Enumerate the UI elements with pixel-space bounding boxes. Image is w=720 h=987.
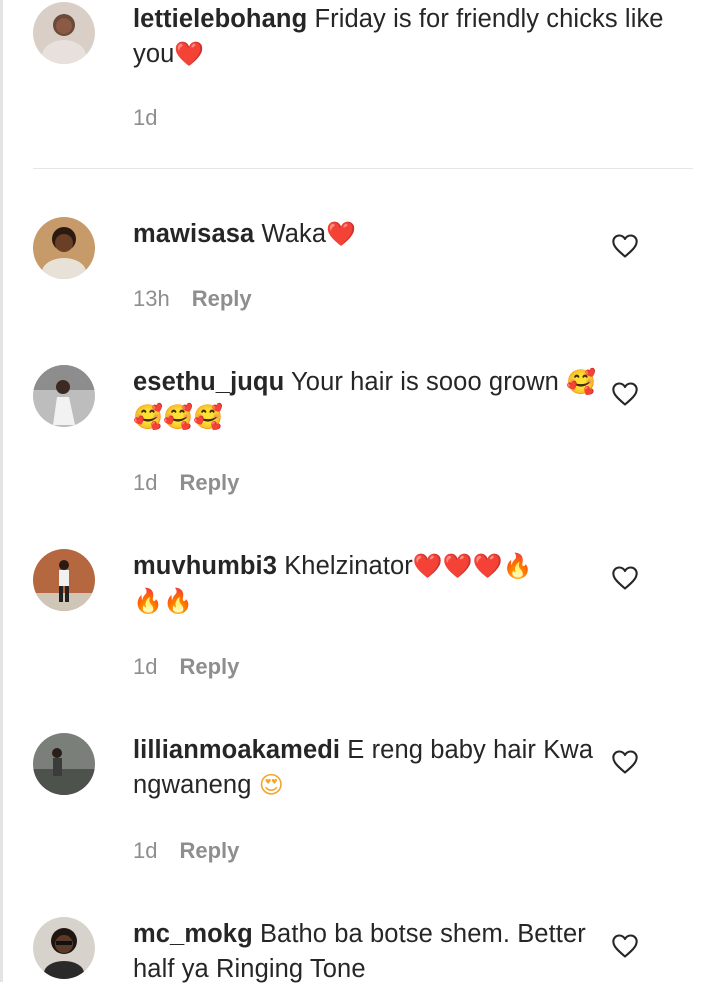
- comment-username[interactable]: mawisasa: [133, 220, 254, 248]
- comment-username[interactable]: lillianmoakamedi: [133, 736, 340, 764]
- reply-button[interactable]: Reply: [179, 654, 239, 679]
- fire-emoji: 🔥🔥: [133, 587, 193, 615]
- divider: [33, 168, 693, 169]
- avatar-image: [33, 733, 95, 795]
- comment-username[interactable]: esethu_juqu: [133, 368, 284, 396]
- screen-left-edge: [0, 0, 3, 982]
- avatar[interactable]: [33, 917, 95, 979]
- comment-text: muvhumbi3 Khelzinator❤️❤️❤️🔥 🔥🔥: [133, 549, 603, 619]
- avatar-image: [33, 549, 95, 611]
- heart-outline-icon[interactable]: [611, 381, 639, 407]
- comment-time: 1d: [133, 654, 158, 679]
- avatar[interactable]: [33, 365, 95, 427]
- comment-time: 1d: [133, 838, 158, 863]
- comment-meta: 1d Reply: [133, 837, 239, 865]
- comment-body: Khelzinator: [284, 552, 413, 580]
- heart-outline-icon[interactable]: [611, 933, 639, 959]
- heart-eyes-emoji: 😍: [258, 771, 284, 799]
- reply-button[interactable]: Reply: [192, 286, 252, 311]
- comment-text: lettielebohang Friday is for friendly ch…: [133, 2, 673, 72]
- comment-meta: 1d: [133, 104, 157, 132]
- avatar[interactable]: [33, 217, 95, 279]
- avatar-image: [33, 365, 95, 427]
- heart-outline-icon[interactable]: [611, 565, 639, 591]
- avatar-image: [33, 2, 95, 64]
- avatar[interactable]: [33, 733, 95, 795]
- comment-username[interactable]: mc_mokg: [133, 920, 253, 948]
- comment-username[interactable]: lettielebohang: [133, 5, 307, 33]
- comment-time: 1d: [133, 470, 158, 495]
- avatar[interactable]: [33, 549, 95, 611]
- comment-time: 1d: [133, 105, 158, 130]
- avatar[interactable]: [33, 2, 95, 64]
- comment-text: esethu_juqu Your hair is sooo grown 🥰🥰🥰🥰: [133, 365, 603, 435]
- comment-time: 13h: [133, 286, 170, 311]
- comment-body: Your hair is sooo grown: [291, 368, 559, 396]
- avatar-image: [33, 917, 95, 979]
- reply-button[interactable]: Reply: [179, 470, 239, 495]
- reply-button[interactable]: Reply: [179, 838, 239, 863]
- heart-emoji: ❤️: [174, 40, 205, 68]
- avatar-image: [33, 217, 95, 279]
- heart-emoji: ❤️: [326, 220, 357, 248]
- comment-meta: 1d Reply: [133, 469, 239, 497]
- comment-text: mc_mokg Batho ba botse shem. Better half…: [133, 917, 603, 987]
- comment-username[interactable]: muvhumbi3: [133, 552, 277, 580]
- comment-body: Waka: [261, 220, 327, 248]
- comment-text: mawisasa Waka❤️: [133, 217, 603, 252]
- heart-outline-icon[interactable]: [611, 233, 639, 259]
- heart-outline-icon[interactable]: [611, 749, 639, 775]
- comment-meta: 1d Reply: [133, 653, 239, 681]
- heart-fire-emoji: ❤️❤️❤️🔥: [412, 552, 533, 580]
- comment-text: lillianmoakamedi E reng baby hair Kwa ng…: [133, 733, 603, 803]
- comment-meta: 13h Reply: [133, 285, 252, 313]
